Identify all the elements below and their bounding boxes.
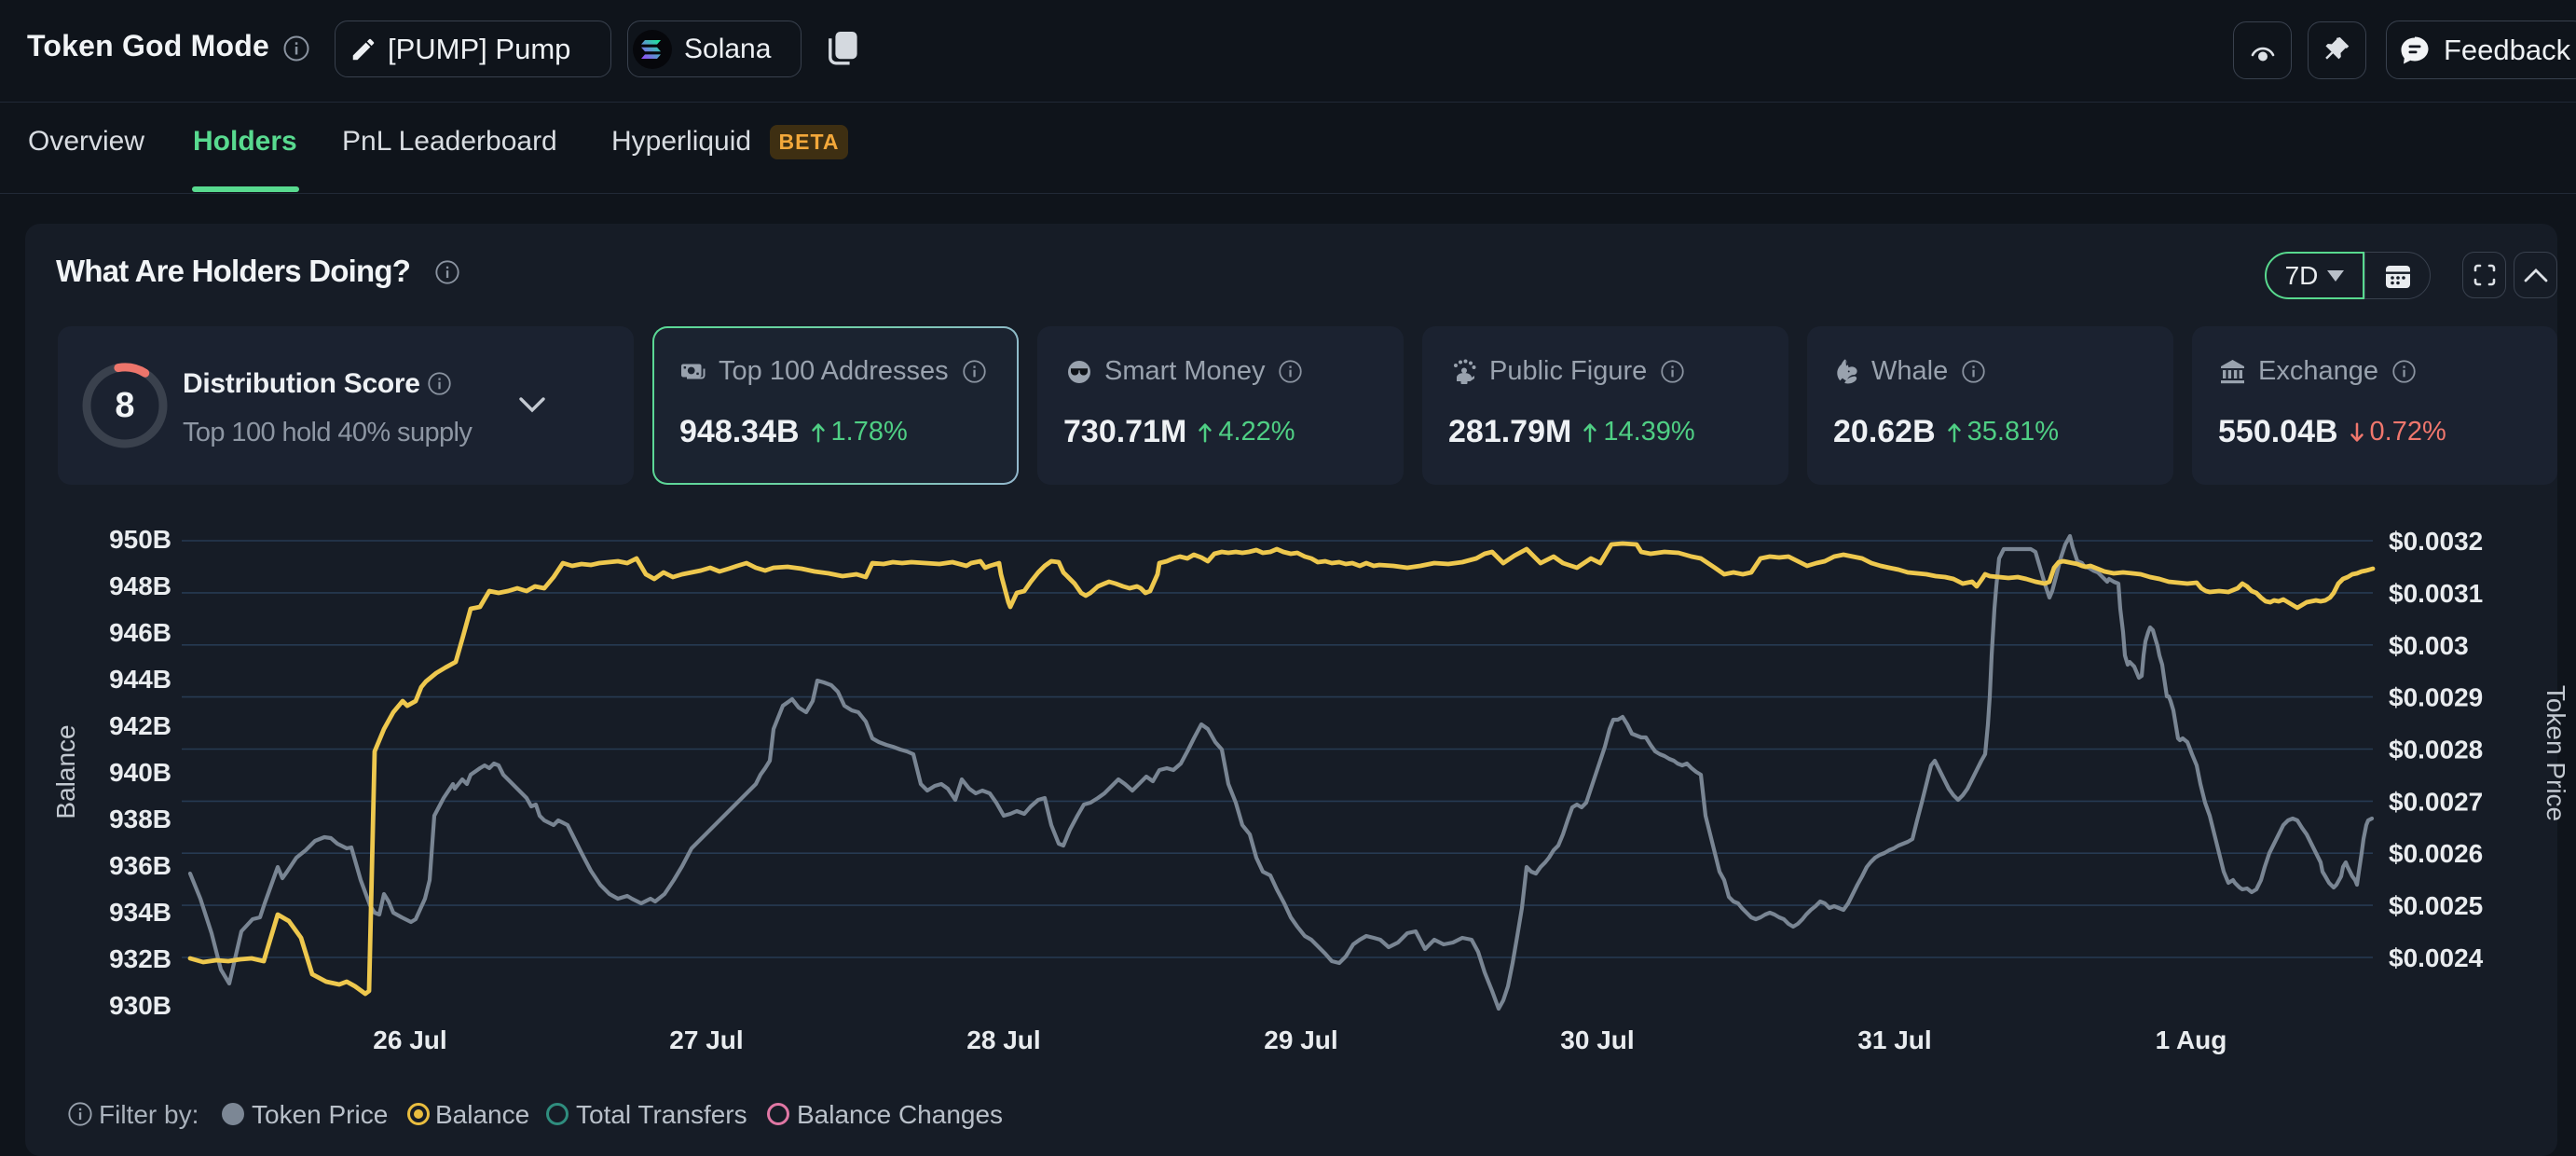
svg-text:950B: 950B xyxy=(109,525,171,554)
svg-text:948B: 948B xyxy=(109,571,171,600)
svg-text:$0.0024: $0.0024 xyxy=(2389,943,2484,972)
svg-text:Balance: Balance xyxy=(51,724,80,819)
svg-text:936B: 936B xyxy=(109,851,171,880)
svg-text:942B: 942B xyxy=(109,711,171,740)
svg-text:938B: 938B xyxy=(109,805,171,833)
svg-text:Token Price: Token Price xyxy=(2542,685,2570,821)
svg-text:27 Jul: 27 Jul xyxy=(669,1025,743,1054)
svg-text:940B: 940B xyxy=(109,758,171,787)
svg-text:$0.0028: $0.0028 xyxy=(2389,736,2483,764)
svg-text:1 Aug: 1 Aug xyxy=(2156,1025,2227,1054)
svg-text:$0.0025: $0.0025 xyxy=(2389,891,2483,920)
svg-text:26 Jul: 26 Jul xyxy=(373,1025,446,1054)
svg-text:$0.0032: $0.0032 xyxy=(2389,527,2483,556)
svg-text:932B: 932B xyxy=(109,944,171,973)
svg-text:930B: 930B xyxy=(109,991,171,1020)
svg-text:$0.0031: $0.0031 xyxy=(2389,579,2483,608)
svg-text:946B: 946B xyxy=(109,618,171,647)
svg-text:944B: 944B xyxy=(109,665,171,694)
svg-text:31 Jul: 31 Jul xyxy=(1857,1025,1931,1054)
svg-text:30 Jul: 30 Jul xyxy=(1560,1025,1634,1054)
svg-text:$0.003: $0.003 xyxy=(2389,631,2469,660)
svg-text:934B: 934B xyxy=(109,898,171,927)
svg-text:$0.0026: $0.0026 xyxy=(2389,839,2483,868)
svg-text:$0.0029: $0.0029 xyxy=(2389,683,2483,712)
svg-text:$0.0027: $0.0027 xyxy=(2389,787,2483,816)
svg-text:29 Jul: 29 Jul xyxy=(1264,1025,1337,1054)
svg-text:28 Jul: 28 Jul xyxy=(966,1025,1040,1054)
